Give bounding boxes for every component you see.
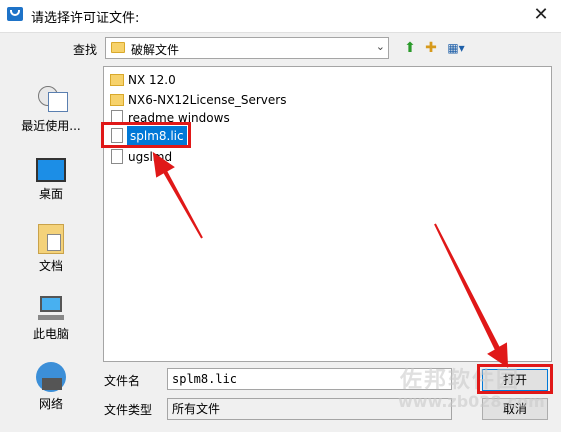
place-recent[interactable]: 最近使用... bbox=[6, 84, 96, 134]
title-bar: 请选择许可证文件: ✕ bbox=[0, 0, 561, 32]
filetype-value: 所有文件 bbox=[172, 402, 221, 416]
up-folder-icon[interactable]: ⬆ bbox=[402, 38, 418, 58]
file-list[interactable]: NX 12.0 NX6-NX12License_Servers readme w… bbox=[103, 66, 552, 362]
place-this-pc[interactable]: 此电脑 bbox=[6, 296, 96, 342]
highlight-box-open bbox=[477, 364, 553, 394]
close-button[interactable]: ✕ bbox=[528, 4, 554, 26]
file-name: NX6-NX12License_Servers bbox=[128, 93, 287, 107]
folder-icon bbox=[110, 94, 124, 106]
watermark-url: www.zb028.com bbox=[398, 392, 545, 411]
file-name: NX 12.0 bbox=[128, 73, 176, 87]
place-network[interactable]: 网络 bbox=[6, 362, 96, 412]
place-label: 网络 bbox=[38, 397, 63, 411]
window-title: 请选择许可证文件: bbox=[31, 11, 140, 26]
computer-icon bbox=[36, 296, 66, 322]
documents-icon bbox=[38, 224, 64, 254]
places-bar: 最近使用... 桌面 文档 此电脑 网络 bbox=[6, 66, 96, 424]
folder-icon bbox=[111, 42, 125, 53]
look-in-value: 破解文件 bbox=[131, 43, 180, 57]
place-label: 此电脑 bbox=[32, 327, 69, 341]
file-name: ugslmd bbox=[128, 150, 173, 164]
new-folder-icon[interactable]: ✚ bbox=[422, 38, 440, 58]
network-icon bbox=[36, 362, 66, 392]
look-in-dropdown[interactable]: 破解文件 ⌄ bbox=[105, 37, 389, 59]
place-label: 桌面 bbox=[38, 187, 63, 201]
view-menu-icon[interactable]: ▦▾ bbox=[444, 38, 468, 58]
place-desktop[interactable]: 桌面 bbox=[6, 158, 96, 202]
chevron-down-icon: ⌄ bbox=[375, 40, 385, 53]
filename-label: 文件名 bbox=[104, 374, 141, 388]
app-icon bbox=[7, 7, 23, 21]
place-label: 文档 bbox=[38, 259, 63, 273]
place-label: 最近使用... bbox=[21, 119, 81, 133]
recent-icon bbox=[36, 84, 68, 114]
look-in-label: 查找 bbox=[73, 43, 98, 57]
file-icon bbox=[111, 149, 123, 164]
filetype-label: 文件类型 bbox=[104, 403, 153, 417]
desktop-icon bbox=[36, 158, 66, 182]
highlight-box-file bbox=[101, 122, 191, 148]
place-documents[interactable]: 文档 bbox=[6, 224, 96, 274]
folder-icon bbox=[110, 74, 124, 86]
